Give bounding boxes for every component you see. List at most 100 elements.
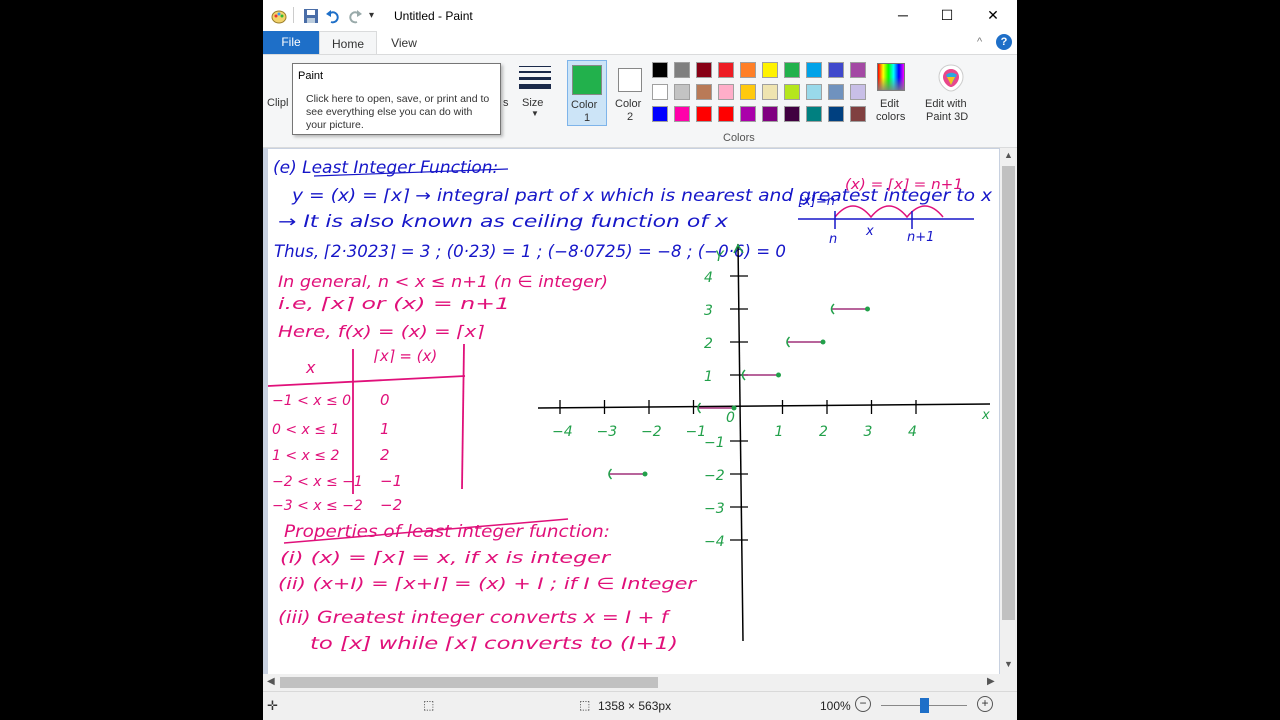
table-cell-x: −3 < x ≤ −2 [272,498,363,514]
scroll-up-icon[interactable]: ▲ [1004,150,1013,160]
color1-number: 1 [584,112,591,124]
zoom-in-button[interactable]: + [977,696,993,712]
shapes-group-label[interactable]: s [503,97,509,109]
palette-swatch[interactable] [696,62,712,78]
palette-swatch[interactable] [828,84,844,100]
palette-swatch[interactable] [762,84,778,100]
palette-swatch[interactable] [784,106,800,122]
horizontal-scrollbar[interactable]: ◀ ▶ [263,674,1017,691]
zoom-out-button[interactable]: − [855,696,871,712]
edit-with-paint3d-button[interactable]: Edit with Paint 3D [923,61,979,127]
color2-swatch [618,68,642,92]
collapse-ribbon-icon[interactable]: ^ [977,36,982,48]
color-palette [652,62,872,128]
palette-swatch[interactable] [652,62,668,78]
vertical-scrollbar[interactable]: ▲ ▼ [1000,148,1017,674]
tab-home[interactable]: Home [319,31,377,55]
selection-size-icon: ⬚ [423,698,435,712]
general-text: In general, n < x ≤ n+1 (n ∈ integer) [278,272,608,291]
property-4: to [x] while ⌈x⌉ converts to (I+1) [310,634,678,653]
scroll-right-icon[interactable]: ▶ [987,676,995,687]
color1-label: Color [571,99,598,111]
paint-app-icon[interactable] [271,8,287,27]
palette-swatch[interactable] [850,106,866,122]
palette-swatch[interactable] [806,106,822,122]
palette-swatch[interactable] [762,106,778,122]
color1-button[interactable]: Color 1 [567,60,607,126]
undo-icon[interactable] [325,8,341,27]
palette-swatch[interactable] [784,62,800,78]
save-icon[interactable] [303,8,319,27]
cursor-position-icon: ✛ [267,698,278,713]
table-header-x: x [305,358,316,377]
palette-swatch[interactable] [652,84,668,100]
maximize-button[interactable]: ☐ [924,4,970,28]
palette-swatch[interactable] [674,62,690,78]
customize-quick-access-icon[interactable]: ▾ [369,10,374,21]
tab-view[interactable]: View [381,31,427,55]
help-icon[interactable]: ? [996,34,1012,50]
here-text: Here, f(x) = (x) = ⌈x⌉ [278,322,485,341]
close-button[interactable]: ✕ [970,4,1016,28]
palette-swatch[interactable] [718,84,734,100]
color2-button[interactable]: Color 2 [611,60,651,126]
handwritten-notes: (e) Least Integer Function: y = (x) = ⌈x… [268,158,992,653]
palette-swatch[interactable] [696,84,712,100]
palette-swatch[interactable] [740,106,756,122]
size-button[interactable]: Size ▼ [517,63,553,123]
palette-swatch[interactable] [718,62,734,78]
y-tick-label: −1 [704,435,725,451]
palette-swatch[interactable] [850,62,866,78]
palette-swatch[interactable] [806,62,822,78]
x-tick-label: 0 [726,410,735,426]
table-cell-x: −2 < x ≤ −1 [272,474,363,490]
colors-group-label: Colors [723,132,755,144]
x-tick-label: 3 [864,424,873,440]
inset-ceiling-label: (x) = ⌈x⌉ = n+1 [845,177,963,193]
x-tick-label: 4 [908,424,917,440]
horizontal-scroll-thumb[interactable] [280,677,658,688]
palette-swatch[interactable] [828,62,844,78]
drawing-canvas[interactable]: (e) Least Integer Function: y = (x) = ⌈x… [268,149,999,674]
tab-file[interactable]: File [263,31,319,54]
scroll-down-icon[interactable]: ▼ [1004,659,1013,669]
palette-swatch[interactable] [674,106,690,122]
inset-n1-label: n+1 [907,230,934,245]
palette-swatch[interactable] [806,84,822,100]
vertical-scroll-thumb[interactable] [1002,166,1015,620]
palette-swatch[interactable] [762,62,778,78]
y-tick-label: −3 [704,501,725,517]
ie-text: i.e, ⌈x⌉ or (x) = n+1 [278,294,510,313]
table-cell-value: 1 [380,420,390,438]
file-menu-tooltip: Paint Click here to open, save, or print… [292,63,501,135]
palette-swatch[interactable] [674,84,690,100]
tooltip-title: Paint [298,70,324,82]
redo-icon[interactable] [347,8,363,27]
x-tick-label: −3 [597,424,618,440]
title-bar: ▾ Untitled - Paint ─ ☐ ✕ [263,0,1017,31]
scroll-left-icon[interactable]: ◀ [267,676,275,687]
table-cell-value: 0 [380,391,390,409]
clipboard-group-label[interactable]: Clipl [267,97,288,109]
palette-swatch[interactable] [784,84,800,100]
palette-swatch[interactable] [696,106,712,122]
examples-text: Thus, ⌈2·3023⌉ = 3 ; (0·23) = 1 ; (−8·07… [274,242,786,261]
edit-colors-button[interactable]: Edit colors [871,61,911,127]
y-tick-label: −4 [704,534,725,550]
palette-swatch[interactable] [850,84,866,100]
x-tick-label: −4 [552,424,573,440]
closed-end-dot [731,405,737,411]
palette-swatch[interactable] [652,106,668,122]
y-axis-label: Y [715,249,725,265]
y-tick-label: 1 [704,369,713,385]
minimize-button[interactable]: ─ [880,4,926,28]
palette-swatch[interactable] [718,106,734,122]
table-rows: −1 < x ≤ 0 0 0 < x ≤ 1 1 1 < x ≤ 2 2 −2 < x ≤ … [272,391,402,514]
status-bar: ✛ ⬚ ⬚ 1358 × 563px 100% − + [263,691,1017,720]
ceiling-note-text: → It is also known as ceiling function o… [278,212,728,231]
palette-swatch[interactable] [740,62,756,78]
zoom-slider-thumb[interactable] [920,698,929,713]
tooltip-body: Click here to open, save, or print and t… [306,93,490,131]
palette-swatch[interactable] [740,84,756,100]
palette-swatch[interactable] [828,106,844,122]
